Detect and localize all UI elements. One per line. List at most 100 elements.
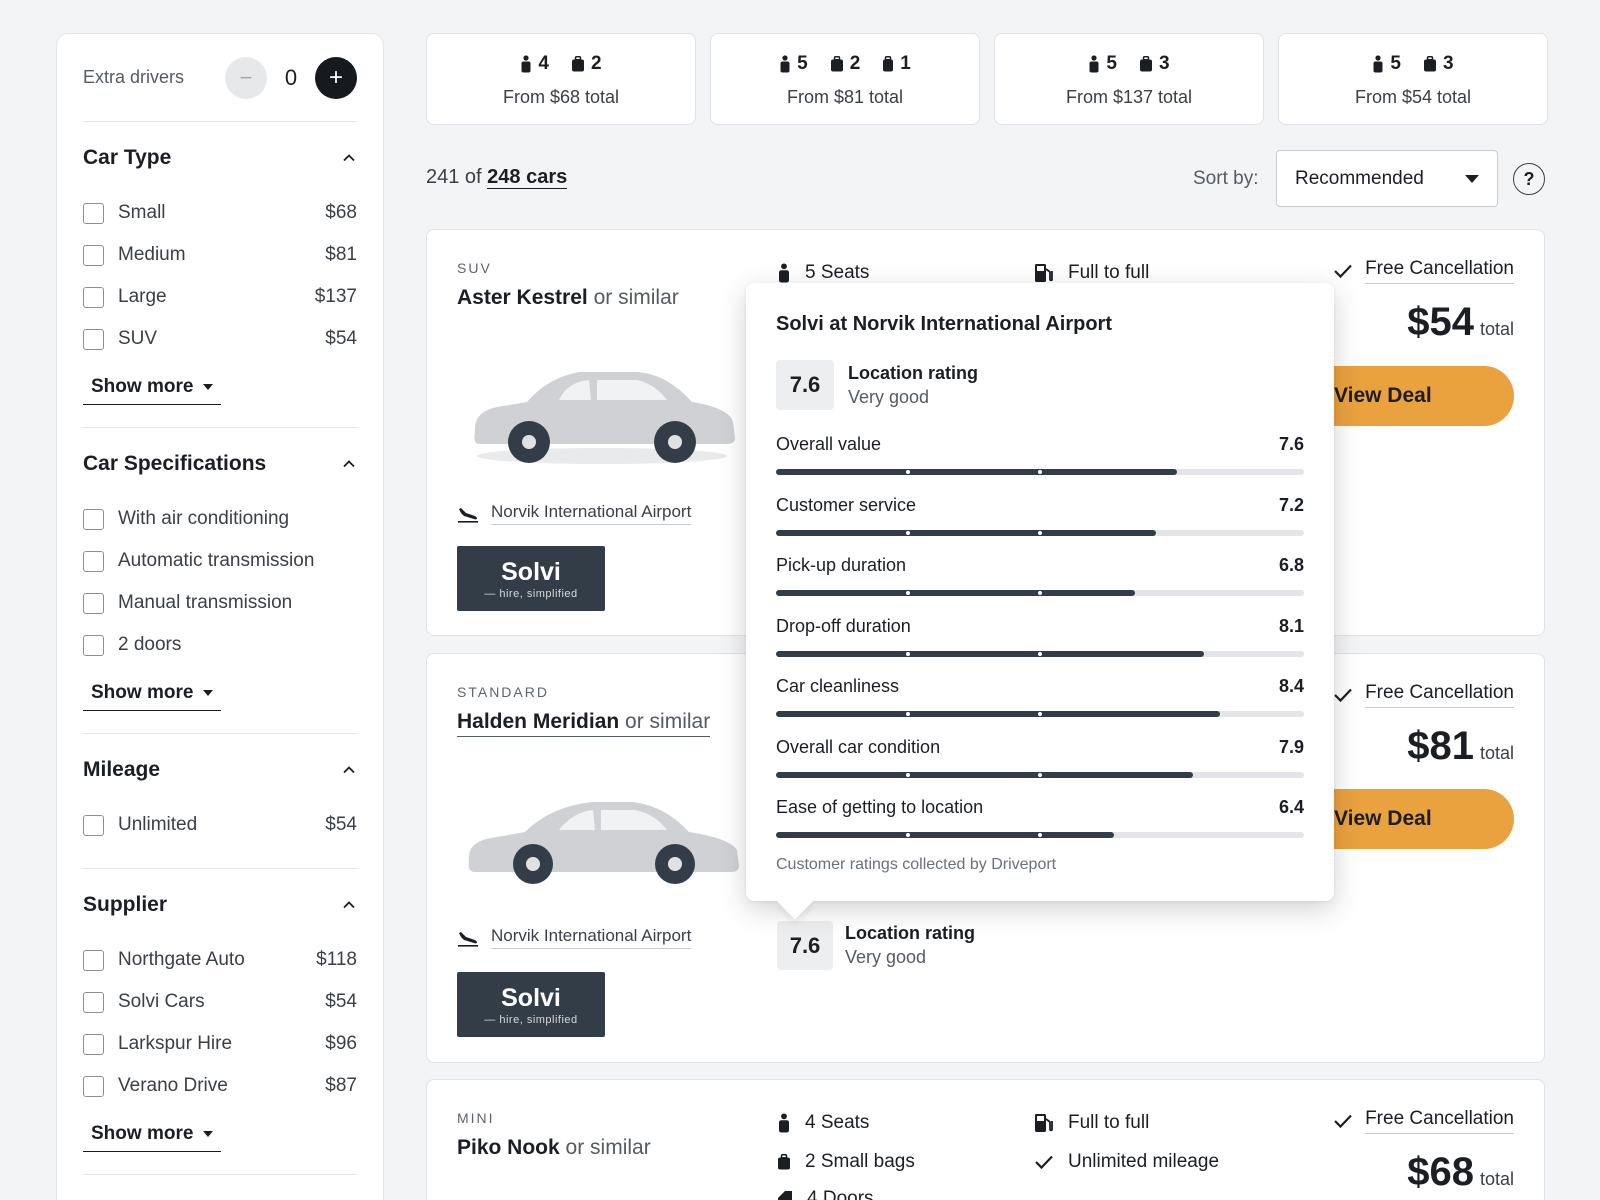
popover-footer: Customer ratings collected by Driveport [776, 855, 1057, 873]
checkbox[interactable] [83, 592, 104, 614]
quick-filter-card[interactable]: 5 3 From $137 total [994, 33, 1264, 125]
car-specs-show-more-button[interactable]: Show more [83, 676, 222, 711]
rating-bar-fill [776, 771, 1194, 778]
car-price: $81 total [1407, 724, 1514, 769]
help-button[interactable]: ? [1513, 163, 1545, 195]
chevron-up-icon[interactable] [341, 456, 357, 472]
quick-filter-card[interactable]: 5 2 1 From $81 total [710, 33, 980, 125]
or-similar: or similar [593, 286, 679, 309]
filter-option[interactable]: Northgate Auto $118 [83, 939, 357, 981]
filter-option[interactable]: Manual transmission [83, 582, 357, 624]
checkbox[interactable] [83, 508, 104, 530]
person-icon [780, 55, 790, 73]
filter-option[interactable]: Small $68 [83, 192, 357, 234]
car-price: $54 total [1407, 300, 1514, 345]
caret-down-icon [203, 690, 214, 696]
free-cancellation: Free Cancellation [1333, 1108, 1514, 1134]
car-name[interactable]: Halden Meridian or similar [457, 710, 711, 737]
suitcase-icon [1424, 56, 1436, 72]
quick-filter-price: From $54 total [1354, 87, 1472, 107]
pickup-location[interactable]: Norvik International Airport [457, 926, 692, 949]
popover-title: Solvi at Norvik International Airport [776, 313, 1112, 335]
rating-bar-tick [1038, 591, 1042, 595]
filter-option[interactable]: Medium $81 [83, 234, 357, 276]
or-similar: or similar [565, 1136, 651, 1159]
free-cancellation: Free Cancellation [1333, 682, 1514, 708]
rating-row-label: Drop-off duration [776, 615, 911, 636]
filter-option-label: Verano Drive [118, 1075, 228, 1096]
increase-drivers-button[interactable]: + [315, 56, 357, 99]
filter-option[interactable]: Solvi Cars $54 [83, 981, 357, 1023]
doors-feature: 4 Doors [777, 1188, 874, 1200]
chevron-up-icon[interactable] [341, 150, 357, 166]
car-name[interactable]: Piko Nook or similar [457, 1136, 651, 1160]
rating-breakdown: Overall value 7.6 Customer service 7.2 Pick-… [776, 412, 1304, 838]
filter-option[interactable]: With air conditioning [83, 498, 357, 540]
bags-text: 2 Small bags [805, 1151, 915, 1172]
person-icon [1089, 55, 1099, 73]
mileage-header[interactable]: Mileage [83, 758, 357, 782]
filter-option-label: SUV [118, 328, 158, 349]
checkbox[interactable] [83, 244, 104, 266]
rating-row-value: 6.4 [1278, 797, 1304, 817]
all-cars-link[interactable]: 248 cars [487, 166, 568, 189]
location-rating[interactable]: 7.6 Location rating Very good [777, 921, 975, 970]
sort-label: Sort by: [1193, 168, 1259, 189]
quick-filter-card[interactable]: 4 2 From $68 total [426, 33, 696, 125]
car-type-show-more-button[interactable]: Show more [83, 370, 222, 405]
view-deal-button[interactable]: View Deal [1304, 366, 1514, 426]
price-unit: total [1479, 319, 1514, 339]
rating-description: Very good [848, 386, 930, 407]
filter-option[interactable]: Large $137 [83, 276, 357, 318]
decrease-drivers-button[interactable]: − [225, 56, 267, 99]
caret-down-icon [203, 384, 214, 390]
filter-option[interactable]: Unlimited $54 [83, 804, 357, 846]
supplier-show-more-button[interactable]: Show more [83, 1117, 222, 1152]
rating-row: Pick-up duration 6.8 [776, 533, 1304, 596]
checkbox[interactable] [83, 949, 104, 971]
filter-option[interactable]: SUV $54 [83, 318, 357, 360]
car-name[interactable]: Aster Kestrel or similar [457, 286, 679, 310]
car-category: SUV [457, 260, 492, 276]
car-image [474, 372, 735, 464]
rating-bar [776, 469, 1304, 475]
checkbox[interactable] [83, 814, 104, 836]
supplier-filter: Supplier Northgate Auto $118 Solvi Cars $5… [83, 869, 357, 1175]
chevron-up-icon[interactable] [341, 762, 357, 778]
filter-option-label: 2 doors [118, 634, 182, 655]
pickup-location-name: Norvik International Airport [491, 926, 692, 949]
filter-option[interactable]: 2 doors [83, 624, 357, 666]
checkbox[interactable] [83, 328, 104, 350]
rating-row-label: Overall car condition [776, 736, 941, 757]
checkbox[interactable] [83, 634, 104, 656]
filter-option[interactable]: Verano Drive $87 [83, 1065, 357, 1107]
mileage-title: Mileage [83, 758, 161, 781]
car-type-header[interactable]: Car Type [83, 146, 357, 170]
filter-option[interactable]: Larkspur Hire $96 [83, 1023, 357, 1065]
chevron-up-icon[interactable] [341, 897, 357, 913]
car-type-filter: Car Type Small $68 Medium $81 Large $137 SU… [83, 122, 357, 428]
checkbox[interactable] [83, 286, 104, 308]
checkbox[interactable] [83, 1033, 104, 1055]
supplier-header[interactable]: Supplier [83, 893, 357, 917]
checkbox[interactable] [83, 1075, 104, 1097]
rating-bar [776, 711, 1304, 717]
view-deal-button[interactable]: View Deal [1304, 789, 1514, 849]
seats-text: 5 Seats [805, 262, 870, 283]
quick-filter-card[interactable]: 5 3 From $54 total [1278, 33, 1548, 125]
supplier-logo: Solvi — hire, simplified [457, 972, 605, 1037]
checkbox[interactable] [83, 550, 104, 572]
quick-filter-icons: 5 3 [995, 53, 1263, 75]
supplier-logo: Solvi — hire, simplified [457, 546, 605, 611]
checkbox[interactable] [83, 991, 104, 1013]
car-specs-header[interactable]: Car Specifications [83, 452, 357, 476]
doors-text: 4 Doors [807, 1188, 874, 1200]
rating-bar [776, 590, 1304, 596]
results-count: 241 of 248 cars [426, 166, 568, 189]
rating-score: 7.6 [776, 360, 834, 410]
filter-option[interactable]: Automatic transmission [83, 540, 357, 582]
sort-select[interactable]: Recommended [1276, 150, 1498, 207]
location-rating-popover: Solvi at Norvik International Airport 7.… [746, 283, 1334, 920]
pickup-location[interactable]: Norvik International Airport [457, 502, 692, 525]
checkbox[interactable] [83, 202, 104, 224]
